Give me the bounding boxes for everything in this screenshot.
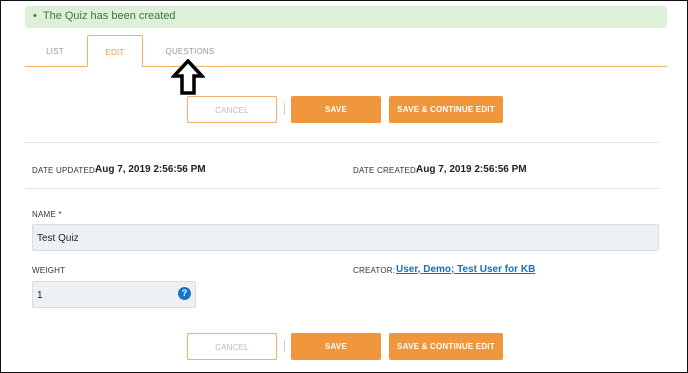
name-label: NAME * xyxy=(32,210,62,219)
name-input[interactable]: Test Quiz xyxy=(32,224,659,251)
divider xyxy=(25,142,659,143)
tab-edit[interactable]: EDIT xyxy=(87,35,143,67)
cancel-button-top[interactable]: CANCEL xyxy=(187,96,277,123)
up-arrow-icon xyxy=(171,59,205,95)
cancel-button-bottom[interactable]: CANCEL xyxy=(187,333,277,360)
alert-message: The Quiz has been created xyxy=(42,10,176,22)
save-continue-button-top[interactable]: SAVE & CONTINUE EDIT xyxy=(389,96,503,123)
save-button-bottom[interactable]: SAVE xyxy=(291,333,381,360)
date-updated-value: Aug 7, 2019 2:56:56 PM xyxy=(95,164,206,175)
creator-link[interactable]: User, Demo; Test User for KB xyxy=(396,264,535,275)
success-alert: • The Quiz has been created xyxy=(25,6,667,28)
save-button-top[interactable]: SAVE xyxy=(291,96,381,123)
button-separator xyxy=(284,340,285,352)
weight-input[interactable]: 1 xyxy=(32,281,196,308)
weight-value: 1 xyxy=(37,290,43,301)
tab-bar: LIST EDIT QUESTIONS xyxy=(25,35,667,67)
save-continue-button-bottom[interactable]: SAVE & CONTINUE EDIT xyxy=(389,333,503,360)
date-updated-label: DATE UPDATED: xyxy=(32,166,98,175)
help-icon[interactable]: ? xyxy=(178,287,191,300)
page-frame: • The Quiz has been created LIST EDIT QUE… xyxy=(0,0,688,373)
creator-label: CREATOR: xyxy=(353,266,396,275)
button-separator xyxy=(284,103,285,115)
tab-list[interactable]: LIST xyxy=(25,35,85,66)
alert-bullet: • xyxy=(33,10,37,22)
date-created-value: Aug 7, 2019 2:56:56 PM xyxy=(416,164,527,175)
weight-label: WEIGHT xyxy=(32,266,66,275)
divider xyxy=(25,188,659,189)
date-created-label: DATE CREATED: xyxy=(353,166,419,175)
